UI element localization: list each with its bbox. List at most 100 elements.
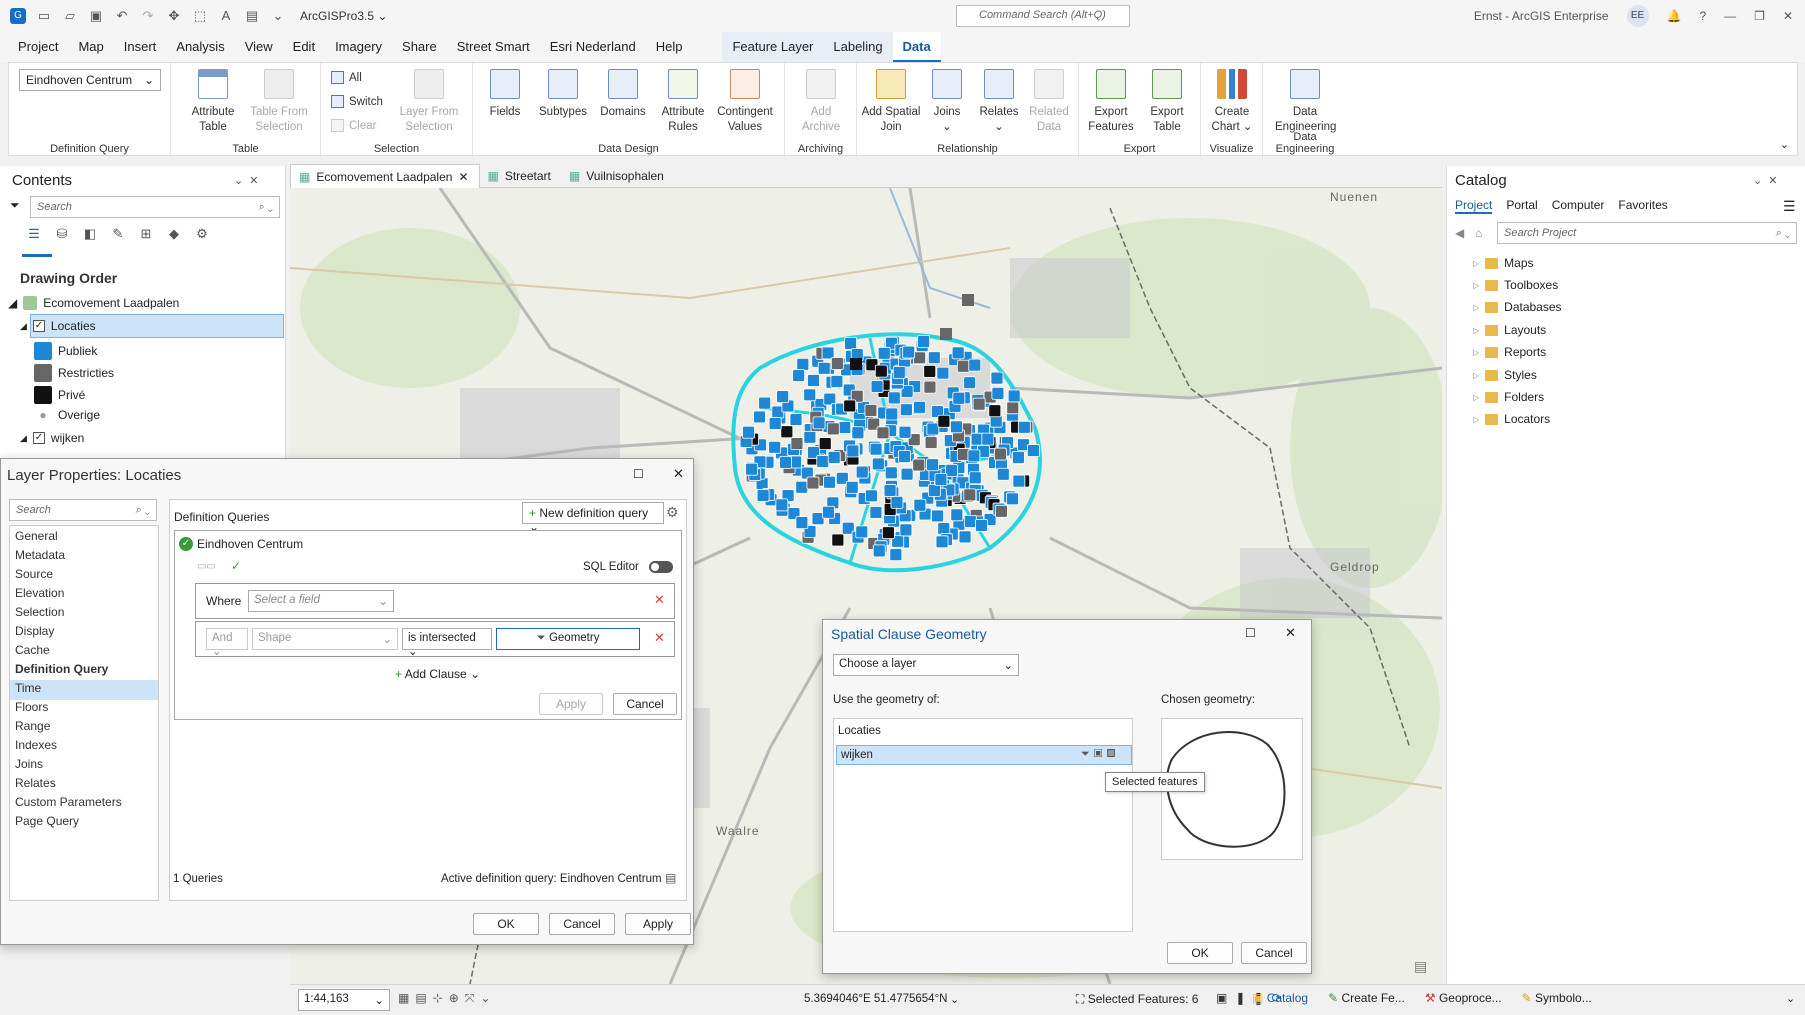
nav-item-indexes[interactable]: Indexes (15, 738, 57, 752)
tab-create-features[interactable]: ✎ Create Fe... (1328, 991, 1405, 1005)
charging-point-symbol[interactable] (768, 440, 782, 454)
catalog-item-locators[interactable]: ▷ Locators (1473, 412, 1550, 426)
map-node[interactable]: ◢ Ecomovement Laadpalen (8, 296, 179, 310)
charging-point-symbol[interactable] (993, 447, 1007, 461)
nav-item-source[interactable]: Source (15, 567, 53, 581)
select-all-button[interactable]: All (331, 71, 362, 84)
charging-point-symbol[interactable] (876, 426, 890, 440)
charging-point-symbol[interactable] (850, 358, 862, 370)
charging-point-symbol[interactable] (898, 425, 912, 439)
charging-point-symbol[interactable] (1012, 474, 1026, 488)
perspective-icon[interactable]: ⚙ (194, 226, 210, 242)
ok-button[interactable]: OK (473, 913, 539, 935)
charging-point-symbol[interactable] (780, 425, 794, 439)
apply-button[interactable]: Apply (625, 913, 691, 935)
related-data-button[interactable]: Related Data (1019, 69, 1079, 135)
charging-point-symbol[interactable] (956, 359, 970, 373)
bell-icon[interactable]: 🔔 (1667, 9, 1682, 23)
tab-catalog[interactable]: ▣ Catalog (1252, 991, 1308, 1005)
back-icon[interactable]: ◀ (1455, 226, 1464, 240)
cancel-button[interactable]: Cancel (1241, 942, 1307, 964)
selection-icon[interactable]: ◧ (82, 226, 98, 242)
charging-point-symbol[interactable] (1017, 420, 1031, 434)
charging-point-symbol[interactable] (756, 489, 770, 502)
map-tab-vuilnisophalen[interactable]: ▦ Vuilnisophalen (561, 164, 674, 188)
layer-visibility-checkbox[interactable]: ✓ (32, 320, 45, 332)
new-definition-query-button[interactable]: + New definition query ⌄ (522, 502, 664, 534)
charging-point-symbol[interactable] (923, 380, 937, 394)
tab-labeling[interactable]: Labeling (823, 32, 892, 62)
nav-item-range[interactable]: Range (15, 719, 50, 733)
charging-point-symbol[interactable] (830, 357, 844, 370)
charging-point-symbol[interactable] (899, 523, 913, 537)
charging-point-symbol[interactable] (963, 376, 977, 390)
charging-point-symbol[interactable] (913, 351, 926, 365)
nav-item-elevation[interactable]: Elevation (15, 586, 64, 600)
switch-selection-button[interactable]: Switch (331, 95, 383, 108)
cancel-button[interactable]: Cancel (549, 913, 615, 935)
charging-point-symbol[interactable] (950, 508, 964, 522)
charging-point-symbol[interactable] (1012, 450, 1025, 464)
charging-point-symbol[interactable] (776, 390, 790, 404)
charging-point-symbol[interactable] (806, 476, 820, 490)
charging-point-symbol[interactable] (877, 346, 891, 360)
charging-point-symbol[interactable] (1006, 401, 1020, 415)
charging-point-symbol[interactable] (968, 471, 982, 485)
menu-analysis[interactable]: Analysis (166, 32, 234, 62)
charging-point-symbol[interactable] (937, 414, 951, 428)
tab-symbology[interactable]: ✎ Symbolo... (1522, 991, 1592, 1005)
list-item-wijken-row[interactable]: wijken ⏷▣▤ (836, 745, 1132, 765)
table-from-selection-button[interactable]: Table From Selection (249, 69, 309, 135)
charging-point-symbol[interactable] (1006, 492, 1019, 506)
charging-point-symbol[interactable] (900, 467, 914, 481)
charging-point-symbol[interactable] (864, 404, 878, 417)
list-item-locaties[interactable]: Locaties (838, 725, 881, 737)
charging-point-symbol[interactable] (968, 358, 982, 372)
charging-point-symbol[interactable] (928, 484, 941, 497)
charging-point-symbol[interactable] (869, 442, 883, 456)
nav-item-display[interactable]: Display (15, 624, 54, 638)
tab-geoprocessing[interactable]: ⚒ Geoproce... (1425, 991, 1502, 1005)
operator-select[interactable]: is intersected ⌄ (402, 628, 492, 658)
remove-clause-icon[interactable]: ✕ (654, 630, 665, 646)
charging-point-symbol[interactable] (845, 480, 859, 494)
charging-point-symbol[interactable] (803, 388, 817, 402)
save-icon[interactable]: ▣ (88, 8, 104, 24)
menu-share[interactable]: Share (392, 32, 447, 62)
charging-point-symbol[interactable] (913, 498, 927, 512)
charging-point-symbol[interactable] (951, 346, 965, 360)
charging-point-symbol[interactable] (874, 364, 888, 378)
charging-point-symbol[interactable] (917, 335, 931, 348)
apply-clause-button[interactable]: Apply (539, 693, 603, 715)
charging-point-symbol[interactable] (975, 519, 988, 532)
more-tabs-icon[interactable]: ⌄ (1786, 992, 1795, 1005)
menu-esri-nederland[interactable]: Esri Nederland (540, 32, 646, 62)
nav-item-joins[interactable]: Joins (15, 757, 43, 771)
charging-point-symbol[interactable] (1007, 389, 1021, 403)
catalog-item-styles[interactable]: ▷ Styles (1473, 368, 1537, 382)
charging-point-symbol[interactable] (889, 548, 903, 562)
nav-item-relates[interactable]: Relates (15, 776, 56, 790)
charging-point-symbol[interactable] (838, 421, 852, 434)
charging-point-symbol[interactable] (855, 525, 869, 539)
charging-point-symbol[interactable] (855, 465, 869, 479)
catalog-item-folders[interactable]: ▷ Folders (1473, 390, 1544, 404)
domains-button[interactable]: Domains (593, 69, 653, 120)
home-icon[interactable]: ⌂ (1475, 226, 1482, 240)
contingent-values-button[interactable]: Contingent Values (715, 69, 775, 135)
layer-from-selection-button[interactable]: Layer From Selection (399, 69, 459, 135)
geometry-button[interactable]: ⏷ Geometry (496, 628, 640, 650)
snapping-icon[interactable]: ⊞ (138, 226, 154, 242)
fields-button[interactable]: Fields (475, 69, 535, 120)
charging-point-symbol[interactable] (745, 462, 758, 476)
charging-point-symbol[interactable] (753, 410, 766, 424)
maximize-icon[interactable]: ☐ (633, 467, 644, 481)
ok-button[interactable]: OK (1167, 942, 1233, 964)
menu-map[interactable]: Map (68, 32, 113, 62)
settings-gear-icon[interactable]: ⚙ (666, 504, 679, 521)
editing-icon[interactable]: ✎ (110, 226, 126, 242)
charging-point-symbol[interactable] (870, 380, 884, 393)
charging-point-symbol[interactable] (796, 358, 810, 371)
charging-point-symbol[interactable] (844, 336, 857, 350)
filter-icon[interactable]: ⏷ (10, 198, 20, 213)
